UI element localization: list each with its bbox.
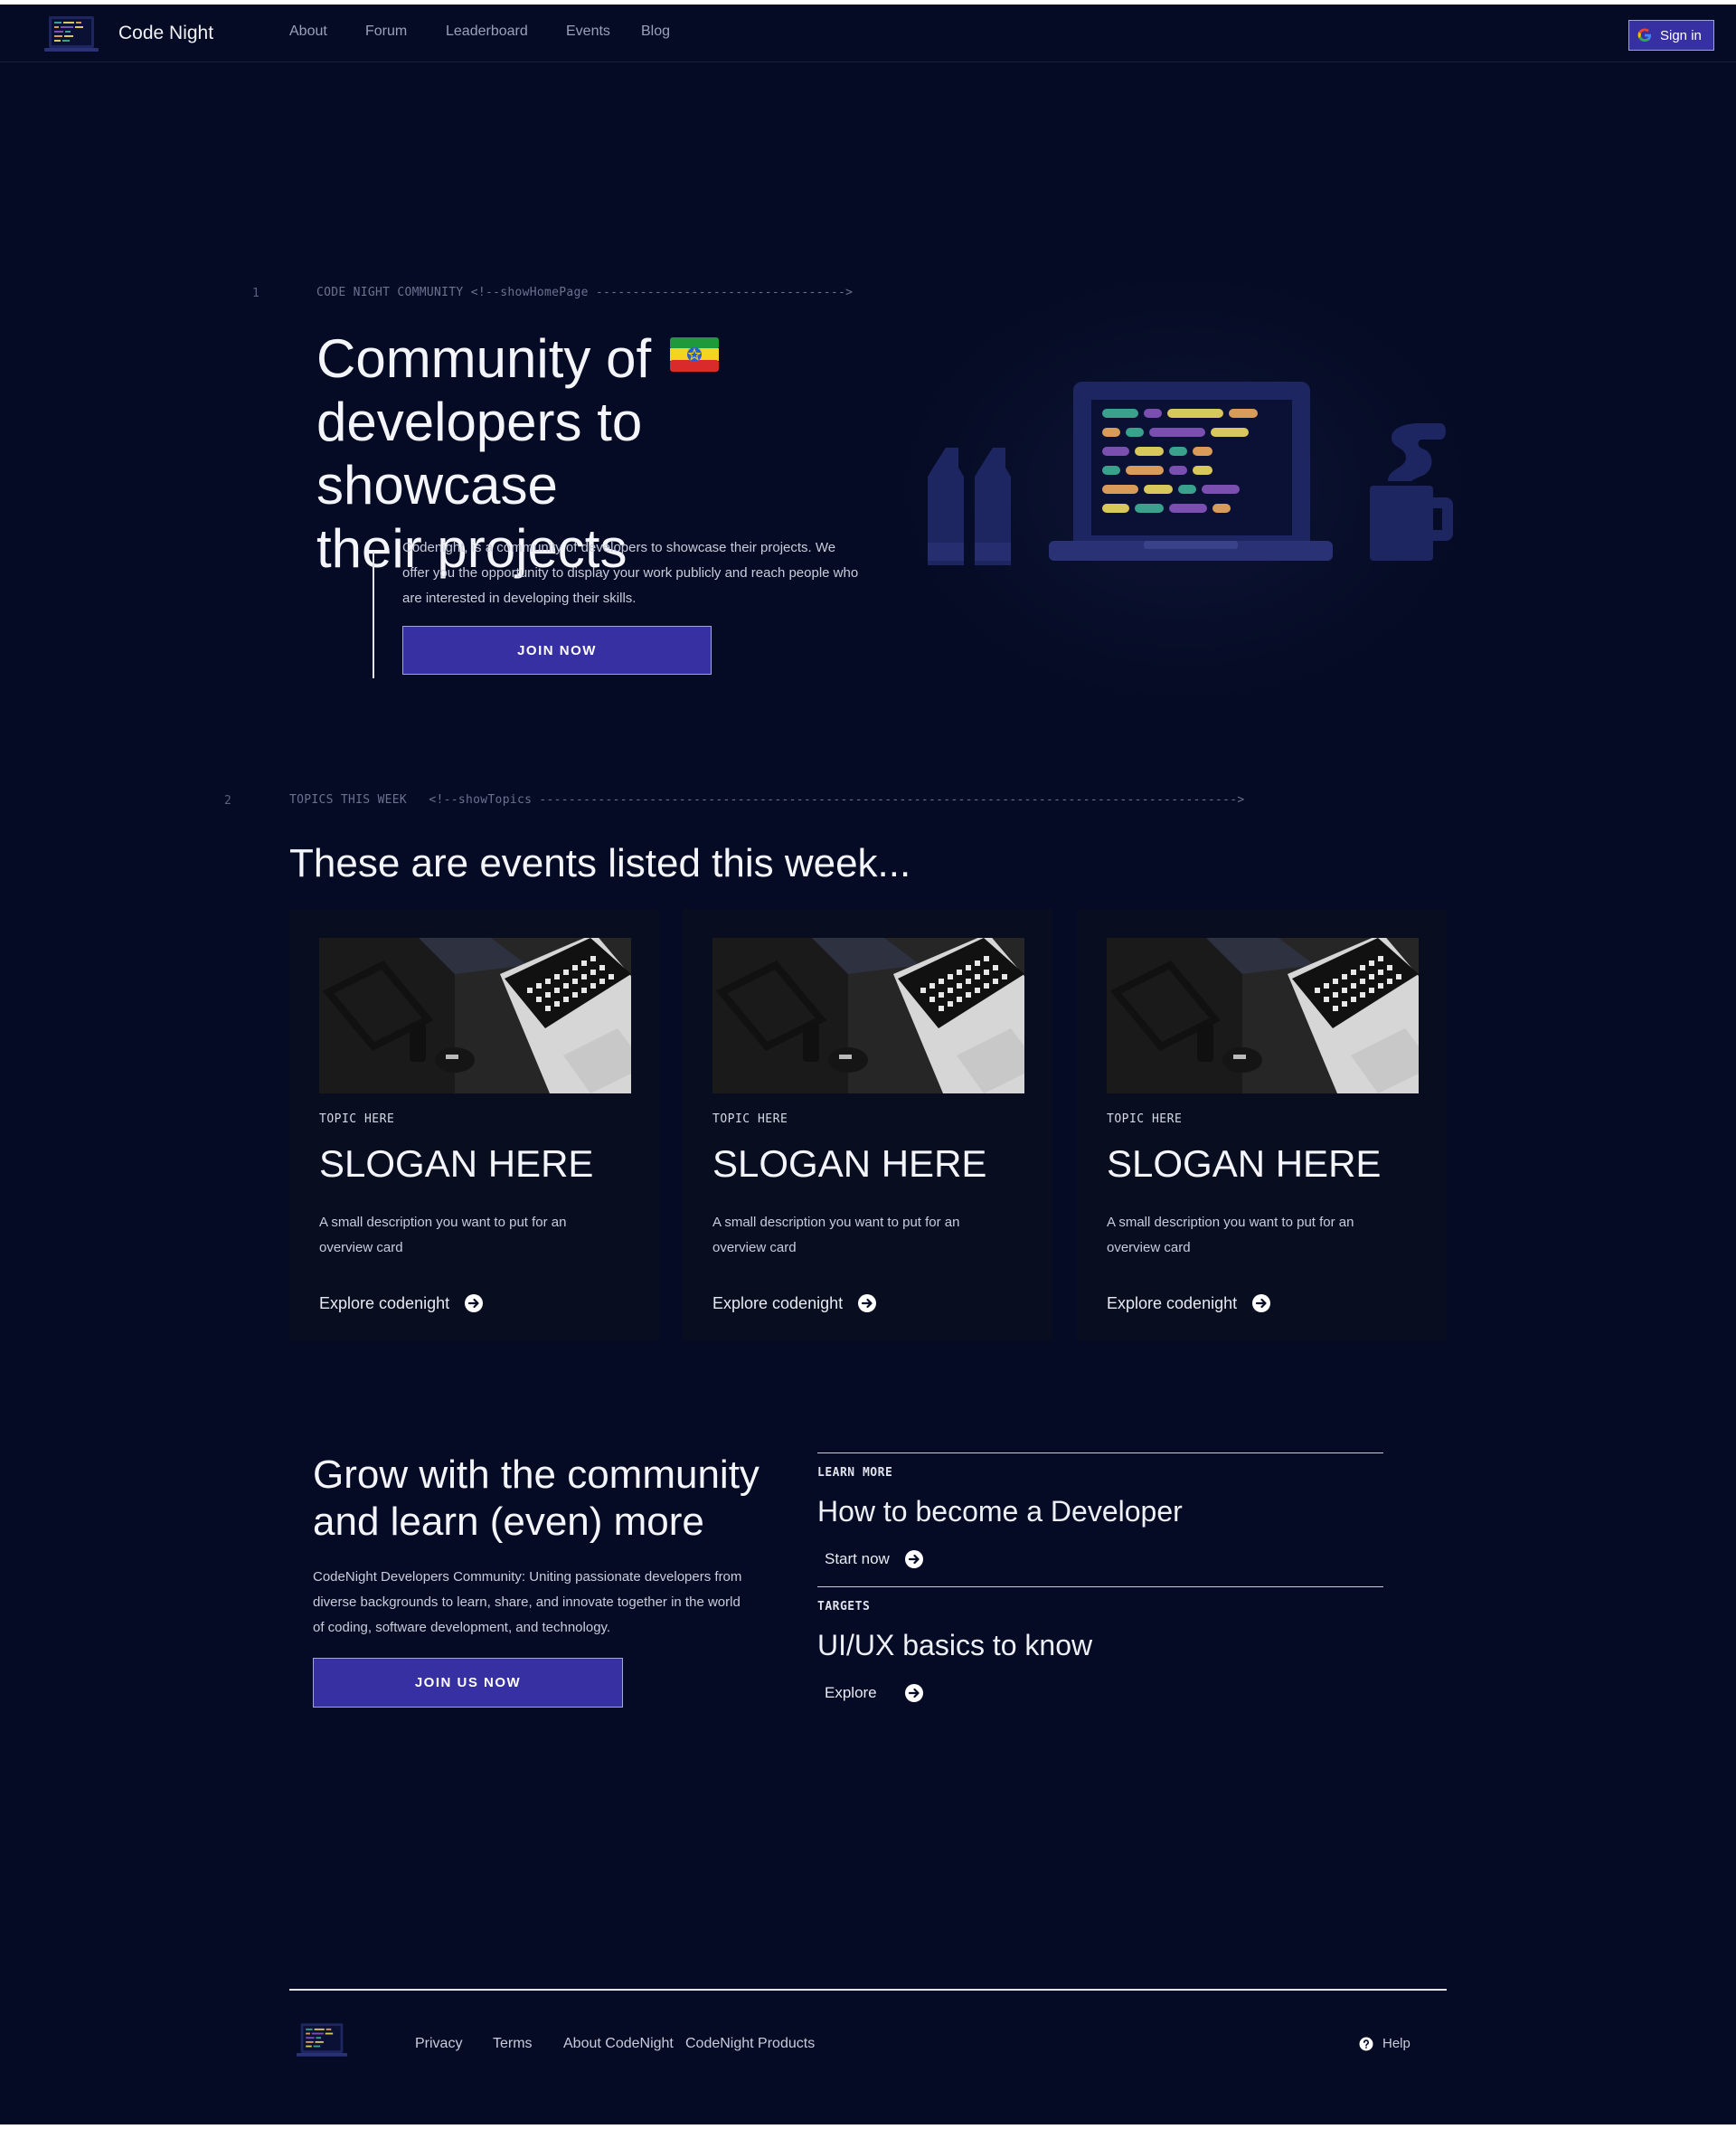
brand-name[interactable]: Code Night — [118, 23, 213, 44]
explore-codenight-link[interactable]: Explore codenight — [1107, 1293, 1271, 1313]
join-now-label: JOIN NOW — [517, 642, 597, 658]
grow-title-line2: and learn (even) more — [313, 1500, 704, 1544]
arrow-right-circle-icon — [1252, 1294, 1271, 1312]
grow-title-line1: Grow with the community — [313, 1452, 760, 1497]
grow-description: CodeNight Developers Community: Uniting … — [313, 1569, 742, 1635]
bottom-border — [0, 2124, 1736, 2129]
learn-item-title: How to become a Developer — [817, 1495, 1183, 1528]
line-number: 2 — [224, 794, 231, 808]
card-image — [319, 938, 631, 1093]
developer-workspace-illustration — [928, 382, 1453, 565]
help-link[interactable]: Help — [1359, 2036, 1410, 2051]
arrow-right-circle-icon — [465, 1294, 484, 1312]
mug-icon — [1370, 423, 1453, 561]
help-label: Help — [1382, 2036, 1410, 2051]
learn-more-kicker: LEARN MORE — [817, 1466, 893, 1480]
hero-comment: CODE NIGHT COMMUNITY <!--showHomePage --… — [316, 286, 853, 299]
site-header: Code Night About Forum Leaderboard Event… — [0, 5, 1736, 62]
arrow-right-circle-icon — [904, 1684, 923, 1702]
card-description: A small description you want to put for … — [319, 1215, 567, 1255]
hero-comment-code: <!--showHomePage -----------------------… — [470, 286, 854, 299]
arrow-right-circle-icon — [904, 1550, 923, 1568]
topics-comment-label: TOPICS THIS WEEK — [289, 793, 408, 807]
event-card: TOPIC HERE SLOGAN HERE A small descripti… — [683, 909, 1052, 1340]
card-image — [712, 938, 1024, 1093]
footer-about-link[interactable]: About CodeNight — [563, 2036, 674, 2052]
divider — [817, 1586, 1383, 1587]
hero-comment-label: CODE NIGHT COMMUNITY — [316, 286, 464, 299]
line-number: 1 — [252, 287, 259, 300]
divider — [817, 1452, 1383, 1453]
card-link-label: Explore codenight — [712, 1293, 844, 1312]
logo-icon[interactable] — [43, 14, 99, 55]
nav-forum[interactable]: Forum — [365, 24, 407, 40]
explore-link[interactable]: Explore — [825, 1683, 924, 1703]
card-description: A small description you want to put for … — [712, 1215, 960, 1255]
topics-comment: TOPICS THIS WEEK <!--showTopics --------… — [289, 793, 1244, 807]
card-slogan: SLOGAN HERE — [1107, 1142, 1382, 1185]
hero-title-line2: developers to showcase — [316, 392, 643, 516]
footer-terms-link[interactable]: Terms — [493, 2036, 533, 2052]
card-topic: TOPIC HERE — [319, 1112, 395, 1126]
footer-divider — [289, 1989, 1447, 1991]
card-image — [1107, 938, 1419, 1093]
explore-codenight-link[interactable]: Explore codenight — [712, 1293, 877, 1313]
join-now-button[interactable]: JOIN NOW — [402, 626, 712, 675]
hero-accent-bar — [373, 552, 374, 678]
hero-description: Codenight, is a community of developers … — [402, 540, 859, 606]
grow-title: Grow with the community and learn (even)… — [313, 1452, 783, 1546]
sign-in-label: Sign in — [1660, 27, 1702, 43]
ethiopia-flag-icon — [669, 337, 719, 372]
footer-products-link[interactable]: CodeNight Products — [685, 2036, 815, 2052]
card-slogan: SLOGAN HERE — [319, 1142, 594, 1185]
join-us-now-label: JOIN US NOW — [414, 1675, 522, 1690]
nav-leaderboard[interactable]: Leaderboard — [446, 24, 528, 40]
explore-label: Explore — [825, 1684, 877, 1701]
event-card: TOPIC HERE SLOGAN HERE A small descripti… — [289, 909, 659, 1340]
event-card: TOPIC HERE SLOGAN HERE A small descripti… — [1077, 909, 1447, 1340]
nav-events[interactable]: Events — [566, 24, 610, 40]
card-description: A small description you want to put for … — [1107, 1215, 1354, 1255]
laptop-icon — [1049, 382, 1333, 561]
arrow-right-circle-icon — [858, 1294, 877, 1312]
footer-privacy-link[interactable]: Privacy — [415, 2036, 462, 2052]
start-now-label: Start now — [825, 1550, 890, 1567]
topics-comment-code: <!--showTopics -------------------------… — [429, 793, 1245, 807]
card-slogan: SLOGAN HERE — [712, 1142, 987, 1185]
card-link-label: Explore codenight — [319, 1293, 450, 1312]
hero-title-line1: Community of — [316, 328, 652, 389]
google-icon — [1637, 28, 1651, 42]
start-now-link[interactable]: Start now — [825, 1549, 924, 1569]
nav-blog[interactable]: Blog — [641, 24, 670, 40]
explore-codenight-link[interactable]: Explore codenight — [319, 1293, 484, 1313]
help-icon — [1359, 2037, 1373, 2050]
join-us-now-button[interactable]: JOIN US NOW — [313, 1658, 623, 1708]
footer-logo-icon[interactable] — [296, 2020, 348, 2060]
nav-about[interactable]: About — [289, 24, 327, 40]
card-topic: TOPIC HERE — [1107, 1112, 1183, 1126]
card-link-label: Explore codenight — [1107, 1293, 1238, 1312]
learn-item-title: UI/UX basics to know — [817, 1629, 1093, 1661]
targets-kicker: TARGETS — [817, 1600, 871, 1613]
card-topic: TOPIC HERE — [712, 1112, 788, 1126]
topics-title: These are events listed this week... — [289, 841, 911, 885]
sign-in-button[interactable]: Sign in — [1628, 20, 1714, 51]
